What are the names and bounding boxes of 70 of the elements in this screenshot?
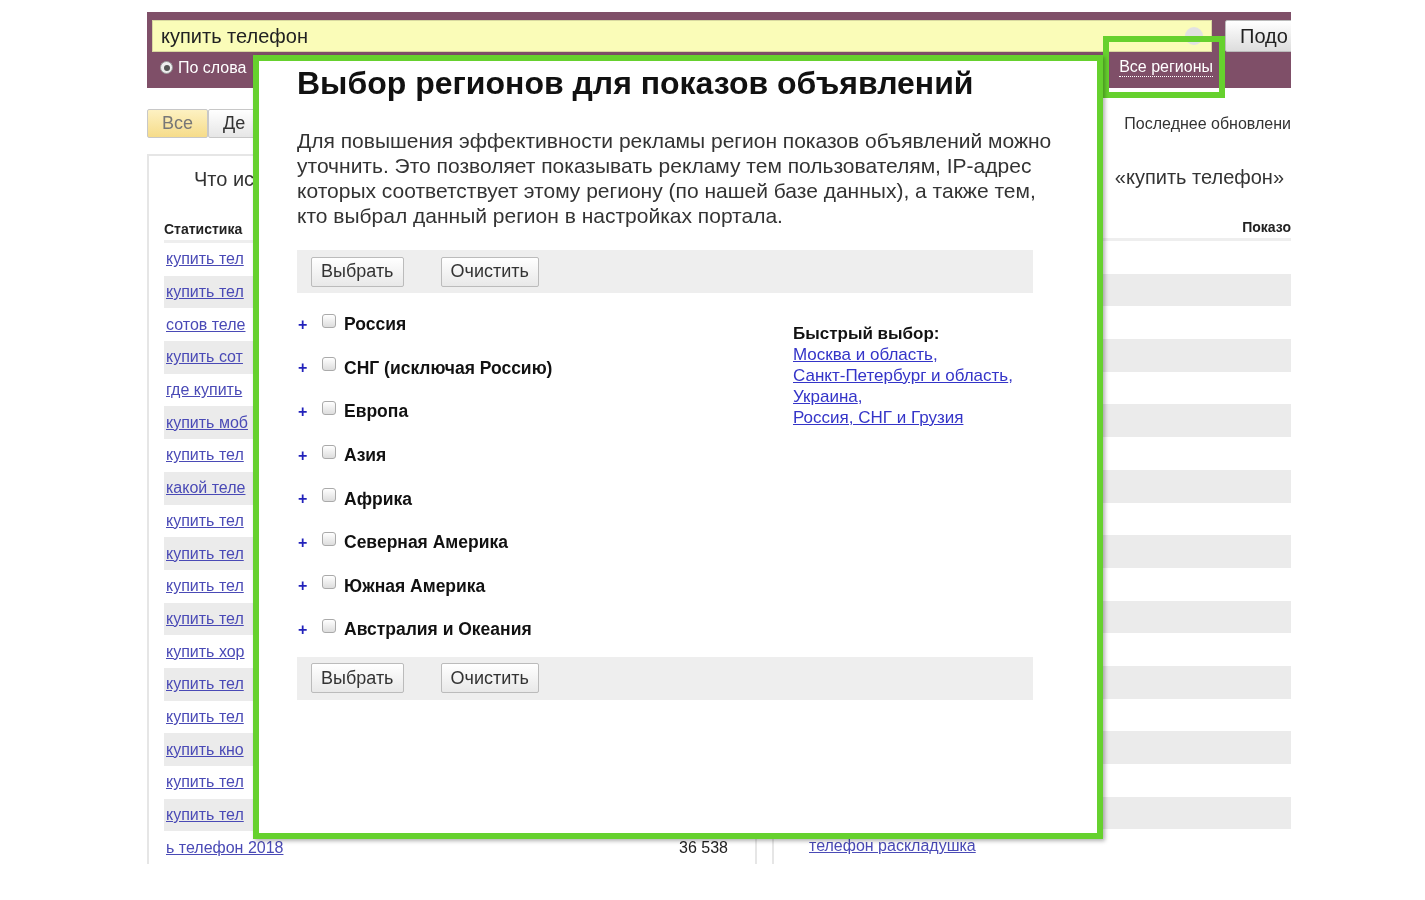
panel-heading: Что ис xyxy=(194,168,255,190)
expand-toggle[interactable]: + xyxy=(297,620,322,639)
separator: , xyxy=(1008,366,1013,385)
quick-pick-link[interactable]: Россия, СНГ и Грузия xyxy=(793,408,964,427)
region-label: Азия xyxy=(344,445,387,467)
search-button[interactable]: Подо xyxy=(1225,20,1291,52)
phrase-link[interactable]: сотов теле xyxy=(164,315,246,334)
radio-label: По слова xyxy=(178,58,247,77)
phrase-link[interactable]: купить тел xyxy=(164,446,244,465)
checkbox[interactable] xyxy=(322,444,336,459)
count-cell-text: 36 538 xyxy=(679,838,729,857)
region-label: Африка xyxy=(344,488,412,510)
expand-toggle[interactable]: + xyxy=(297,315,322,334)
phrase-link[interactable]: купить тел xyxy=(164,283,244,302)
region-label: Северная Америка xyxy=(344,532,508,554)
checkbox[interactable] xyxy=(322,401,336,415)
phrase-link[interactable]: купить тел xyxy=(164,544,244,563)
phrase-link[interactable]: купить тел xyxy=(164,511,244,530)
dialog-title: Выбор регионов для показов объявлений xyxy=(297,65,975,102)
panel-heading: «купить телефон» xyxy=(1114,166,1284,188)
radio-button[interactable] xyxy=(160,61,173,74)
expand-toggle[interactable]: + xyxy=(297,577,322,596)
quick-pick-link[interactable]: Санкт-Петербург и область xyxy=(793,366,1009,385)
dialog-description: Для повышения эффективности рекламы регион показов объявлений можно уточнить. Это позволяет показывать рекламу тем пользователям, IP-адрес которых соответствует этому региону (по нашей базе данных), а также тем, кто выбрал данный регион в настройках портала. xyxy=(297,128,1053,228)
phrase-link[interactable]: купить хор xyxy=(164,642,245,661)
checkbox[interactable] xyxy=(322,313,336,328)
toolbar-button[interactable]: Выбрать xyxy=(311,663,404,694)
expand-toggle[interactable]: + xyxy=(297,533,322,552)
phrase-link[interactable]: купить тел xyxy=(164,675,244,694)
phrase-link[interactable]: купить моб xyxy=(164,413,248,432)
region-label: СНГ (исключая Россию) xyxy=(344,357,553,379)
regions-link[interactable]: Все регионы xyxy=(1119,58,1213,77)
phrase-link[interactable]: купить тел xyxy=(164,577,244,596)
region-label: Южная Америка xyxy=(344,575,486,597)
phrase-link[interactable]: где купить xyxy=(164,381,243,400)
phrase-link[interactable]: купить тел xyxy=(164,250,244,269)
column-header: Статистика xyxy=(164,221,243,237)
separator: , xyxy=(932,345,938,364)
search-field[interactable]: купить телефон xyxy=(152,20,1212,52)
phrase-link[interactable]: купить тел xyxy=(164,609,244,628)
quick-pick-link[interactable]: Украина xyxy=(793,387,858,406)
phrase-link[interactable]: купить сот xyxy=(164,348,243,367)
checkbox[interactable] xyxy=(322,531,336,546)
tab[interactable]: Все xyxy=(147,109,209,138)
phrase-link[interactable]: какой теле xyxy=(164,479,246,498)
phrase-link[interactable]: ь телефон 2018 xyxy=(164,838,284,857)
checkbox[interactable] xyxy=(322,488,336,503)
toolbar-button[interactable]: Очистить xyxy=(440,256,539,287)
phrase-link[interactable]: купить тел xyxy=(164,773,244,792)
checkbox[interactable] xyxy=(322,618,336,633)
quick-pick-link[interactable]: Москва и область xyxy=(793,345,933,364)
quick-pick-heading: Быстрый выбор: xyxy=(793,323,941,344)
column-header: Показо xyxy=(1242,219,1291,235)
region-label: Россия xyxy=(344,314,407,336)
last-update-text: Последнее обновлени xyxy=(1124,114,1291,133)
expand-toggle[interactable]: + xyxy=(297,490,322,509)
checkbox[interactable] xyxy=(322,575,336,590)
region-label: Австралия и Океания xyxy=(344,619,532,641)
phrase-link[interactable]: телефон раскладушка xyxy=(784,836,976,855)
toolbar-button[interactable]: Выбрать xyxy=(311,256,404,287)
phrase-link[interactable]: купить тел xyxy=(164,806,244,825)
expand-toggle[interactable]: + xyxy=(297,403,322,421)
expand-toggle[interactable]: + xyxy=(297,359,322,378)
toolbar-button[interactable]: Очистить xyxy=(440,663,539,694)
phrase-link[interactable]: купить тел xyxy=(164,707,244,726)
expand-toggle[interactable]: + xyxy=(297,446,322,465)
checkbox[interactable] xyxy=(322,357,336,372)
separator: , xyxy=(857,387,863,406)
phrase-link[interactable]: купить кно xyxy=(164,740,244,759)
region-label: Европа xyxy=(344,401,409,423)
